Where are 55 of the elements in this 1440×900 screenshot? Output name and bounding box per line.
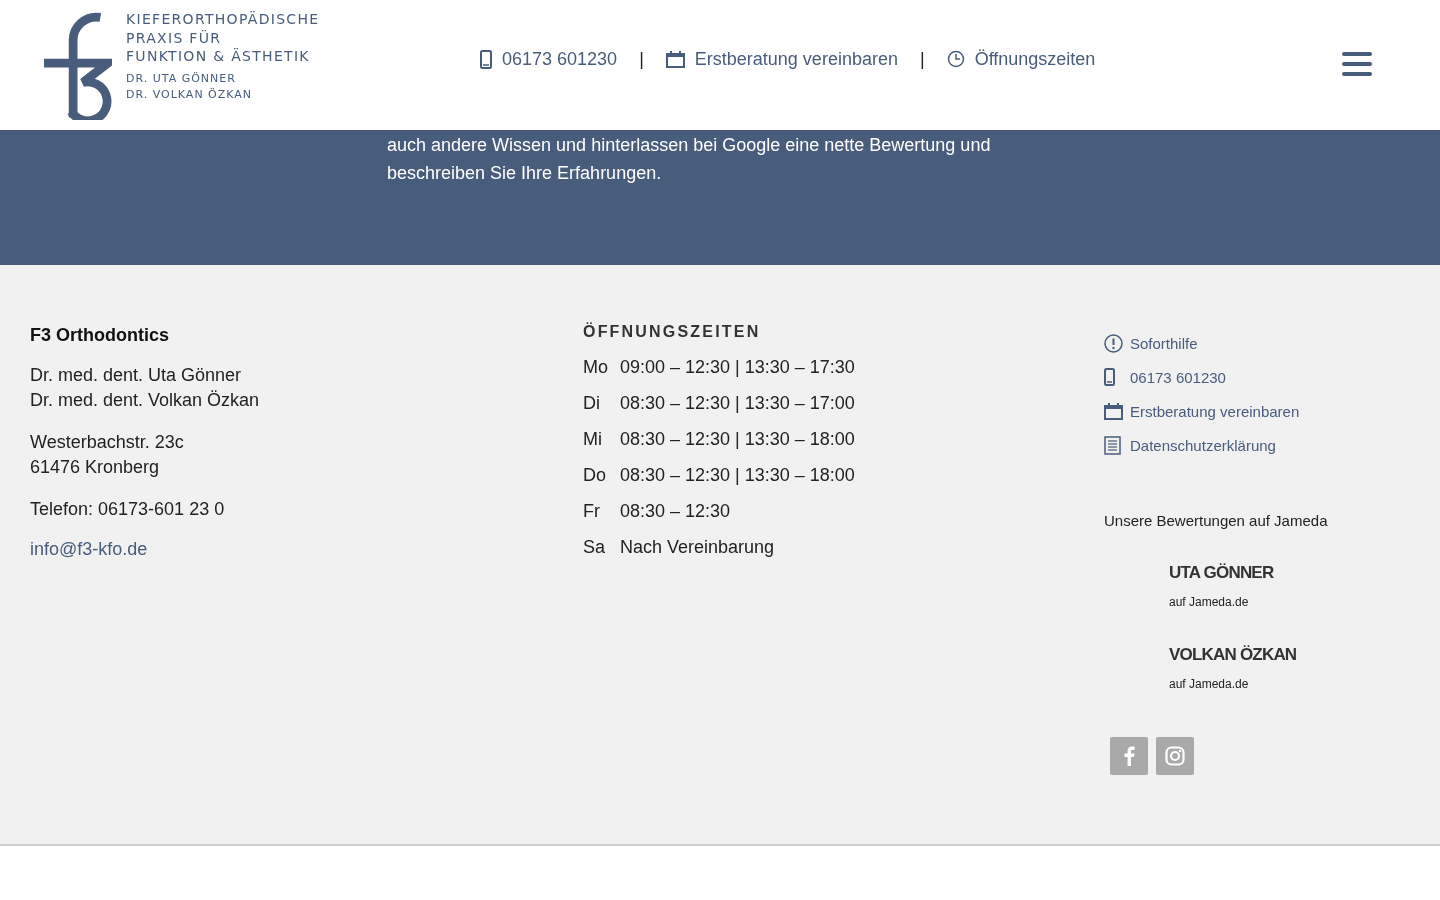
weekday: Mo — [583, 356, 609, 378]
practice-name: F3 Orthodontics — [30, 325, 170, 346]
weekday: Fr — [583, 500, 601, 522]
calendar-icon — [665, 50, 685, 68]
footer-link[interactable]: Datenschutzerklärung — [1130, 436, 1276, 454]
opening-time: 08:30 – 12:30 | 13:30 – 18:00 — [620, 428, 855, 450]
nav-separator: | — [919, 48, 925, 70]
menu-icon — [1342, 52, 1372, 76]
opening-time: 08:30 – 12:30 — [620, 500, 731, 522]
doctor-name: Dr. med. dent. Uta Gönner — [30, 364, 243, 387]
address-line: Westerbachstr. 23c — [30, 431, 185, 454]
menu-button[interactable] — [1342, 52, 1372, 76]
opening-time: 09:00 – 12:30 | 13:30 – 17:30 — [620, 356, 855, 378]
nav-link[interactable]: Öffnungszeiten — [974, 48, 1096, 70]
f3-logo-icon — [44, 12, 112, 120]
opening-time: 08:30 – 12:30 | 13:30 – 18:00 — [620, 464, 855, 486]
weekday: Mi — [583, 428, 603, 450]
document-icon — [1104, 435, 1121, 455]
weekday: Di — [583, 392, 601, 414]
review-source: auf Jameda.de — [1169, 595, 1250, 609]
logo-doctor-name: DR. VOLKAN ÖZKAN — [126, 87, 254, 103]
calendar-icon — [1104, 402, 1123, 420]
review-doctor-link[interactable]: UTA GÖNNER — [1169, 563, 1274, 583]
weekday: Sa — [583, 536, 607, 558]
banner-text: beschreiben Sie Ihre Erfahrungen. — [387, 162, 663, 185]
footer-link[interactable]: 06173 601230 — [1130, 368, 1226, 386]
logo-doctor-name: DR. UTA GÖNNER — [126, 70, 237, 87]
review-doctor-link[interactable]: VOLKAN ÖZKAN — [1169, 645, 1297, 665]
opening-time: 08:30 – 12:30 | 13:30 – 17:00 — [620, 392, 855, 414]
facebook-button[interactable] — [1110, 737, 1148, 775]
address-line: 61476 Kronberg — [30, 456, 161, 479]
logo-text: PRAXIS FÜR — [126, 28, 223, 47]
weekday: Do — [583, 464, 607, 486]
alert-icon — [1104, 333, 1123, 353]
nav-link[interactable]: Erstberatung vereinbaren — [694, 48, 898, 70]
phone-icon — [1104, 368, 1115, 386]
phone-icon — [480, 49, 492, 69]
logo-text: KIEFERORTHOPÄDISCHE — [126, 10, 320, 29]
logo-text: FUNKTION & ÄSTHETIK — [126, 47, 311, 66]
opening-time: Nach Vereinbarung — [620, 536, 775, 558]
nav-separator: | — [639, 48, 644, 70]
instagram-icon — [1165, 746, 1185, 766]
phone-text: Telefon: 06173-601 23 0 — [30, 498, 226, 521]
footer-link[interactable]: Soforthilfe — [1130, 334, 1198, 352]
footer-link[interactable]: Erstberatung vereinbaren — [1130, 402, 1300, 420]
email-link[interactable]: info@f3-kfo.de — [30, 539, 148, 559]
hours-title: ÖFFNUNGSZEITEN — [583, 323, 762, 341]
banner-text: auch andere Wissen und hinterlassen bei Google eine nette Bewertung und — [387, 134, 992, 157]
nav-link[interactable]: 06173 601230 — [502, 48, 618, 70]
instagram-button[interactable] — [1156, 737, 1194, 775]
facebook-icon — [1123, 746, 1135, 766]
doctor-name: Dr. med. dent. Volkan Özkan — [30, 389, 261, 412]
clock-icon — [946, 50, 965, 68]
reviews-title: Unsere Bewertungen auf Jameda — [1104, 512, 1329, 529]
review-source: auf Jameda.de — [1169, 677, 1250, 691]
